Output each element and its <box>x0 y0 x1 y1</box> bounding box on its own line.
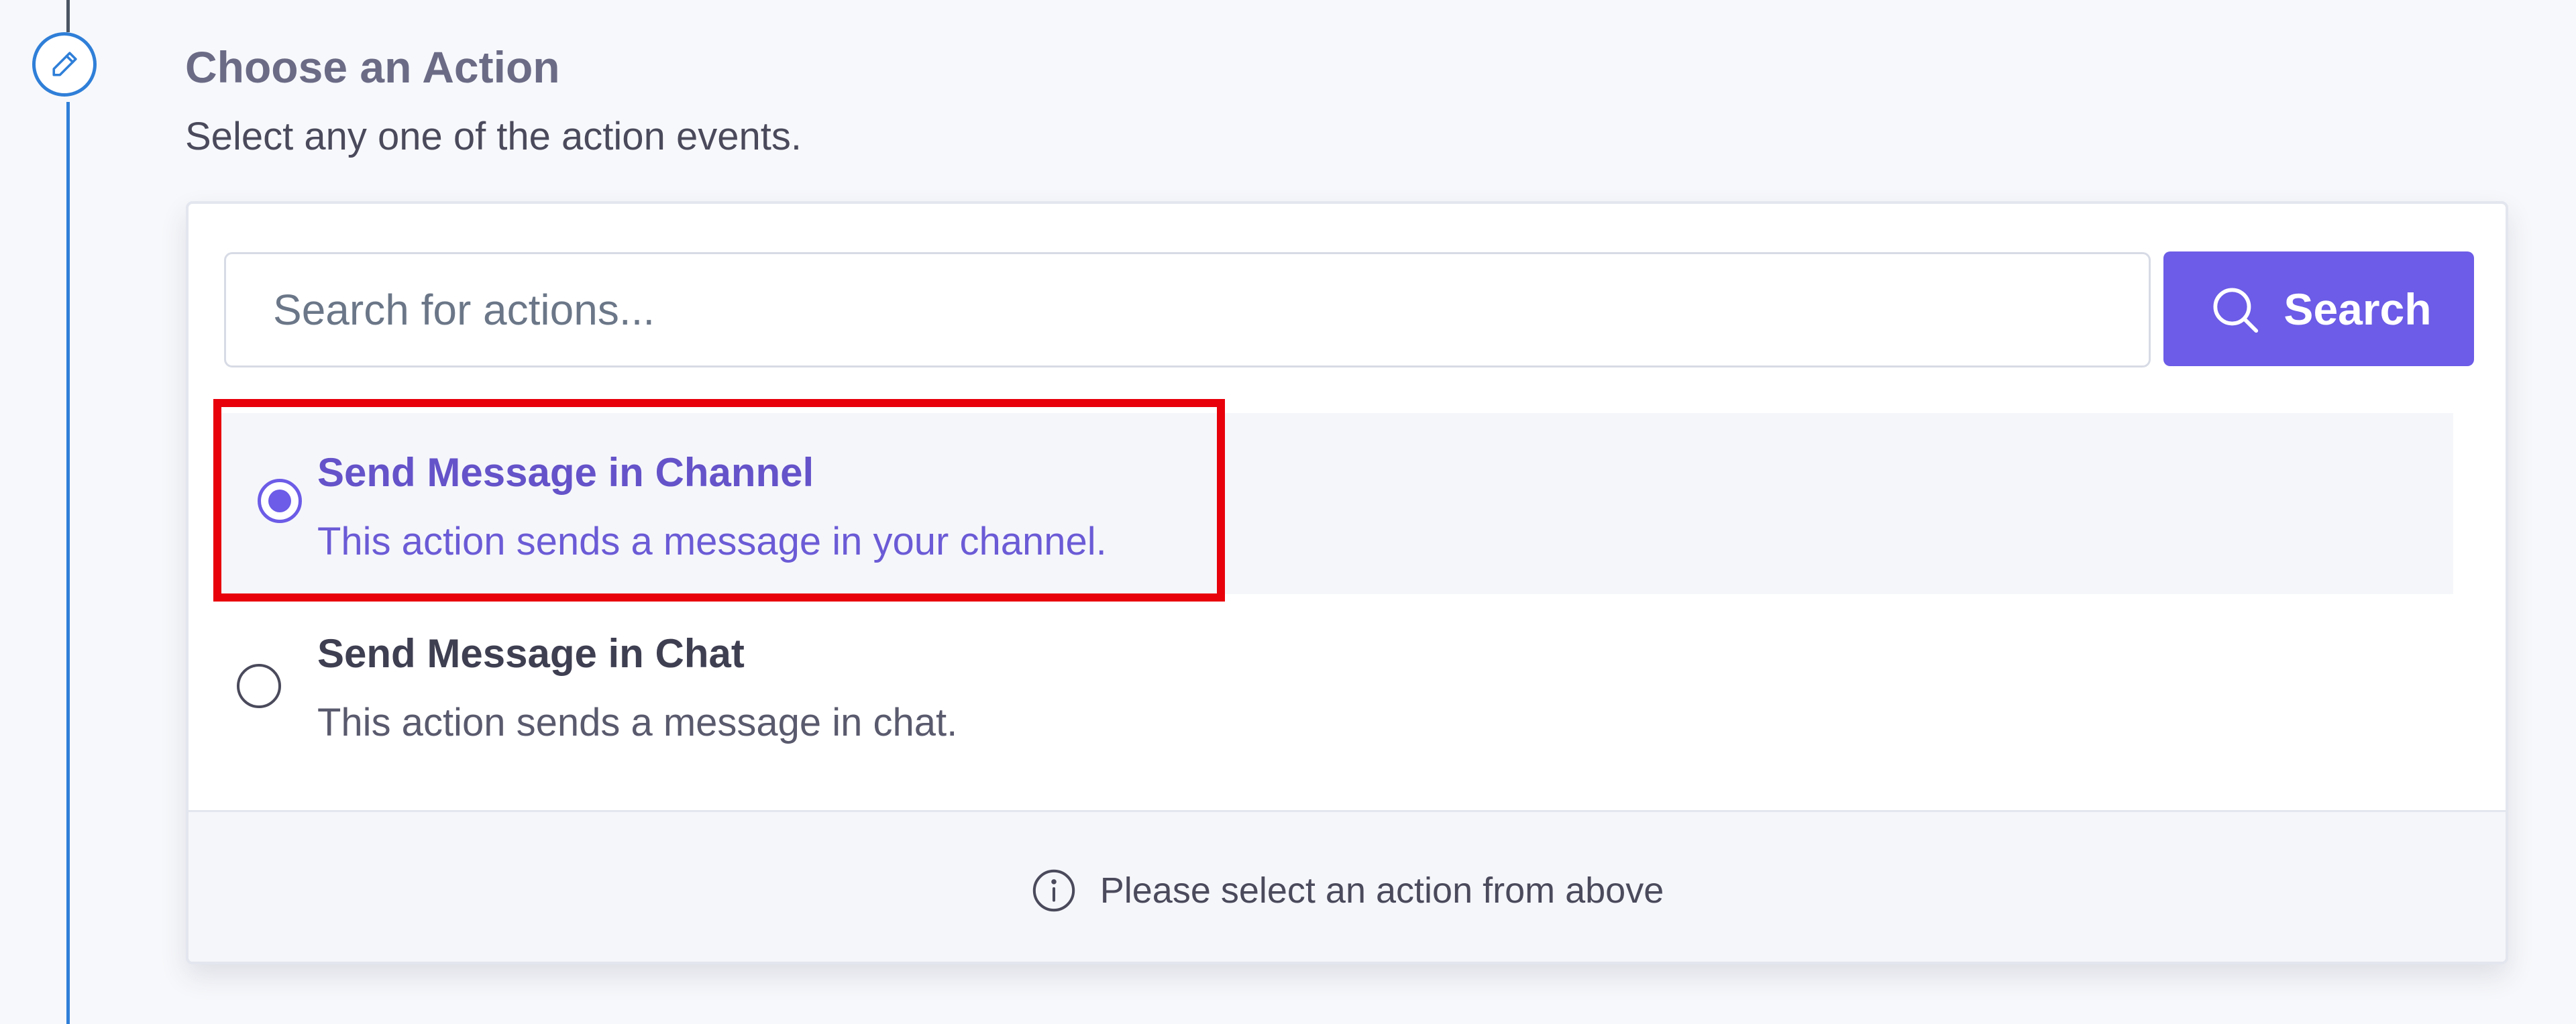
action-option-description: This action sends a message in your chan… <box>317 520 1107 563</box>
action-option-title: Send Message in Chat <box>317 631 745 676</box>
search-button-label: Search <box>2284 284 2432 334</box>
action-option-send-message-in-chat[interactable]: Send Message in Chat This action sends a… <box>189 594 2506 775</box>
step-subtitle: Select any one of the action events. <box>185 115 802 158</box>
search-input[interactable] <box>224 252 2151 367</box>
action-option-title: Send Message in Channel <box>317 450 814 495</box>
timeline-rail <box>66 102 70 1024</box>
search-button[interactable]: Search <box>2163 251 2474 366</box>
search-icon <box>2213 287 2259 333</box>
timeline-rail-top <box>66 0 70 32</box>
info-icon <box>1032 869 1075 912</box>
action-step-page: Choose an Action Select any one of the a… <box>0 0 2576 1024</box>
action-picker-card: Search Send Message in Channel This acti… <box>186 201 2508 964</box>
radio-unselected[interactable] <box>237 664 281 708</box>
action-option-send-message-in-channel[interactable]: Send Message in Channel This action send… <box>215 413 2453 594</box>
action-option-description: This action sends a message in chat. <box>317 701 958 744</box>
step-title: Choose an Action <box>185 42 560 92</box>
selection-hint-footer: Please select an action from above <box>189 810 2506 962</box>
selection-hint-text: Please select an action from above <box>1099 870 1664 911</box>
step-indicator <box>32 32 97 97</box>
radio-selected[interactable] <box>258 479 302 523</box>
pencil-icon <box>52 52 77 76</box>
